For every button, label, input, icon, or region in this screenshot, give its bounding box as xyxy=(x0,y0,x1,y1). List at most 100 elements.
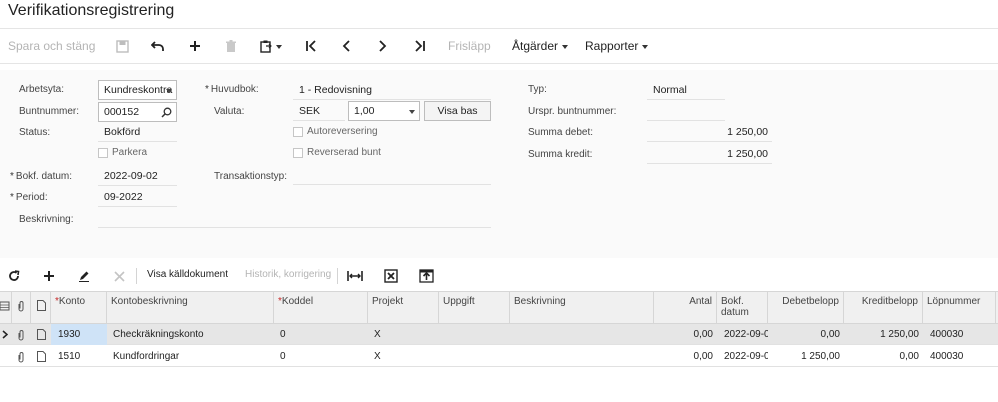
cell-project[interactable]: X xyxy=(368,324,439,345)
main-toolbar: Spara och stäng Frisläpp Åtgärder Rappor… xyxy=(0,28,998,64)
header-subaccount-label: Koddel xyxy=(281,296,314,307)
delete-row-icon[interactable] xyxy=(110,267,128,285)
batch-number-field[interactable]: 000152 xyxy=(98,102,177,122)
exchange-rate-value: 1,00 xyxy=(354,105,375,117)
row-note[interactable] xyxy=(31,346,51,367)
header-posting-date[interactable]: Bokf. datum xyxy=(717,292,768,323)
workspace-select[interactable]: Kundreskontra xyxy=(98,80,177,100)
exchange-rate-select[interactable]: 1,00 xyxy=(348,101,420,121)
actions-menu-label: Åtgärder xyxy=(512,39,559,53)
description-label: Beskrivning: xyxy=(19,214,74,225)
save-icon[interactable] xyxy=(114,38,130,54)
history-correction-button[interactable]: Historik, korrigering xyxy=(245,262,331,290)
sum-credit-label: Summa kredit: xyxy=(528,149,593,160)
park-checkbox[interactable]: Parkera xyxy=(98,147,147,158)
fit-columns-icon[interactable] xyxy=(346,267,364,285)
cell-quantity[interactable]: 0,00 xyxy=(654,346,717,367)
header-credit[interactable]: Kreditbelopp xyxy=(844,292,923,323)
edit-icon[interactable] xyxy=(75,267,93,285)
description-field[interactable] xyxy=(98,208,491,228)
cell-task[interactable] xyxy=(439,324,510,345)
currency-label: Valuta: xyxy=(214,106,245,117)
status-label: Status: xyxy=(19,127,51,138)
reversed-batch-checkbox[interactable]: Reverserad bunt xyxy=(293,147,381,158)
header-account[interactable]: *Konto xyxy=(51,292,107,323)
period-label-text: Period: xyxy=(15,192,48,203)
add-icon[interactable] xyxy=(187,38,203,54)
period-field[interactable]: 09-2022 xyxy=(98,187,177,207)
toolbar-divider xyxy=(136,268,137,284)
cell-credit[interactable]: 0,00 xyxy=(844,346,923,367)
header-subaccount[interactable]: *Koddel xyxy=(274,292,368,323)
cell-line-number: 400030 xyxy=(930,351,964,362)
cell-debit[interactable]: 0,00 xyxy=(768,324,844,345)
transaction-type-field[interactable] xyxy=(293,165,491,185)
cell-subaccount[interactable]: 0 xyxy=(274,346,368,367)
first-record-icon[interactable] xyxy=(303,38,319,54)
cell-credit[interactable]: 1 250,00 xyxy=(844,324,923,345)
ledger-field[interactable]: 1 - Redovisning xyxy=(293,80,491,100)
posting-date-field[interactable]: 2022-09-02 xyxy=(98,166,177,186)
search-icon[interactable] xyxy=(161,106,172,121)
cell-subaccount[interactable]: 0 xyxy=(274,324,368,345)
cell-account[interactable]: 1510 xyxy=(51,346,107,367)
orig-batch-label: Urspr. buntnummer: xyxy=(528,106,617,117)
show-source-document-button[interactable]: Visa källdokument xyxy=(147,262,228,290)
header-cell-note xyxy=(31,292,51,323)
auto-reversing-checkbox[interactable]: Autoreversering xyxy=(293,126,378,137)
cell-task[interactable] xyxy=(439,346,510,367)
delete-icon[interactable] xyxy=(223,38,239,54)
undo-icon[interactable] xyxy=(150,38,166,54)
header-project[interactable]: Projekt xyxy=(368,292,439,323)
actions-menu[interactable]: Åtgärder xyxy=(512,29,569,63)
table-row[interactable]: 1930 Checkräkningskonto 0 X 0,00 2022-09… xyxy=(0,324,998,345)
status-value: Bokförd xyxy=(98,122,177,142)
page-title: Verifikationsregistrering xyxy=(8,2,175,19)
grid-header: *Konto Kontobeskrivning *Koddel Projekt … xyxy=(0,291,998,324)
row-attachment[interactable] xyxy=(12,346,31,367)
row-indicator xyxy=(0,324,12,345)
cell-quantity[interactable]: 0,00 xyxy=(654,324,717,345)
header-quantity[interactable]: Antal xyxy=(654,292,717,323)
cell-account[interactable]: 1930 xyxy=(51,324,107,345)
workspace-value: Kundreskontra xyxy=(104,84,173,96)
required-marker: * xyxy=(10,171,14,182)
last-record-icon[interactable] xyxy=(412,38,428,54)
toolbar-divider xyxy=(337,268,338,284)
attachment-icon xyxy=(18,301,24,312)
upload-icon[interactable] xyxy=(417,267,435,285)
next-record-icon[interactable] xyxy=(375,38,391,54)
add-row-icon[interactable] xyxy=(40,267,58,285)
workspace-label: Arbetsyta: xyxy=(19,84,65,95)
chevron-down-icon xyxy=(562,44,569,49)
refresh-icon[interactable] xyxy=(5,267,23,285)
row-note[interactable] xyxy=(31,324,51,345)
grid-toolbar: Visa källdokument Historik, korrigering xyxy=(0,262,998,290)
type-field: Normal xyxy=(647,80,725,100)
header-debit[interactable]: Debetbelopp xyxy=(768,292,844,323)
export-excel-icon[interactable] xyxy=(382,267,400,285)
cell-line-number: 400030 xyxy=(930,329,964,340)
cell-account-description[interactable]: Checkräkningskonto xyxy=(107,324,274,345)
type-label: Typ: xyxy=(528,84,547,95)
cell-account-description[interactable]: Kundfordringar xyxy=(107,346,274,367)
show-base-button[interactable]: Visa bas xyxy=(424,101,491,121)
header-description[interactable]: Beskrivning xyxy=(510,292,654,323)
cell-project[interactable]: X xyxy=(368,346,439,367)
header-task[interactable]: Uppgift xyxy=(439,292,510,323)
save-close-button[interactable]: Spara och stäng xyxy=(8,29,95,63)
currency-field[interactable]: SEK xyxy=(293,101,345,121)
release-button[interactable]: Frisläpp xyxy=(448,29,491,63)
cell-debit[interactable]: 1 250,00 xyxy=(768,346,844,367)
paste-menu-icon[interactable] xyxy=(258,38,286,54)
header-line-number[interactable]: Löpnummer xyxy=(923,292,996,323)
header-account-description[interactable]: Kontobeskrivning xyxy=(107,292,274,323)
cell-description[interactable] xyxy=(510,346,654,367)
table-row[interactable]: 1510 Kundfordringar 0 X 0,00 2022-09-0 1… xyxy=(0,346,998,367)
auto-reversing-label: Autoreversering xyxy=(307,126,378,137)
row-attachment[interactable] xyxy=(12,324,31,345)
reports-menu[interactable]: Rapporter xyxy=(585,29,649,63)
row-settings-icon[interactable] xyxy=(0,301,10,311)
previous-record-icon[interactable] xyxy=(338,38,354,54)
cell-description[interactable] xyxy=(510,324,654,345)
